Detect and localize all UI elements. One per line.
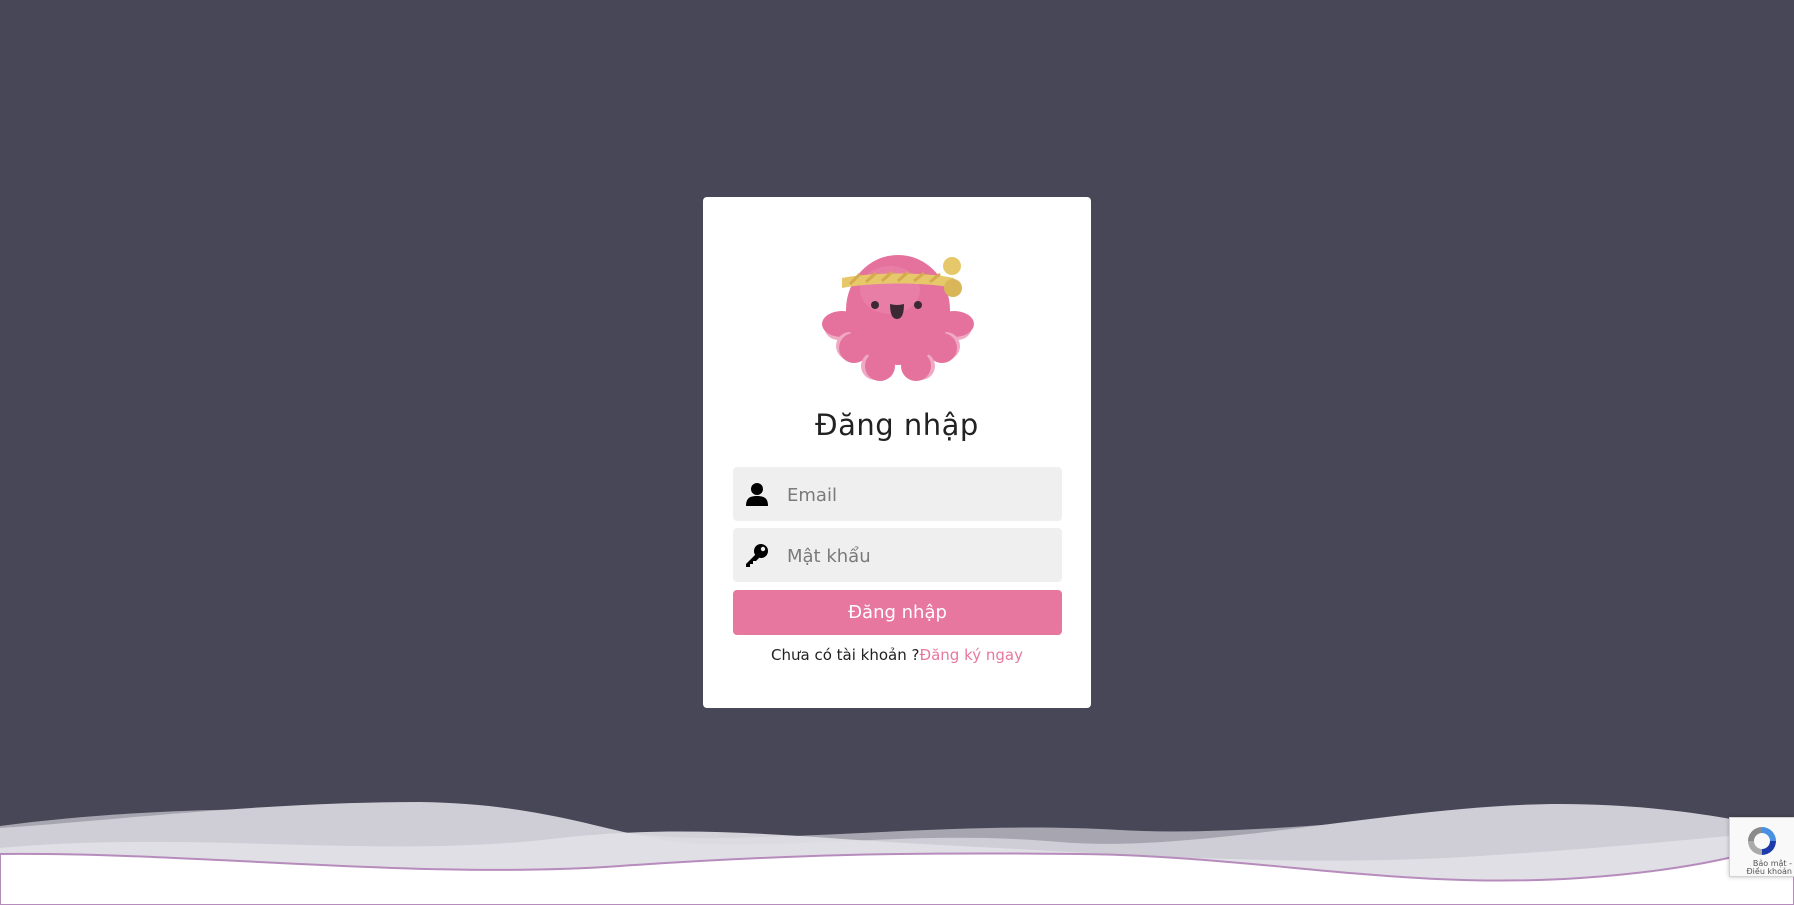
email-input[interactable] [785,467,1054,523]
login-button[interactable]: Đăng nhập [733,590,1062,635]
email-field [733,467,1062,523]
login-card: Đăng nhập Đăng nhập Chưa có tài khoản ?Đ… [703,197,1091,708]
signup-prompt: Chưa có tài khoản ?Đăng ký ngay [703,646,1091,664]
page-title: Đăng nhập [815,408,979,442]
recaptcha-links: Bảo mật - Điều khoản [1734,860,1792,876]
octopus-logo-icon [822,255,974,381]
recaptcha-terms-link[interactable]: Điều khoản [1746,867,1792,876]
password-input[interactable] [785,528,1054,584]
recaptcha-badge[interactable]: Bảo mật - Điều khoản [1729,817,1794,877]
password-field [733,528,1062,584]
wave-footer [0,802,1794,905]
recaptcha-icon [1748,827,1776,855]
signup-prompt-text: Chưa có tài khoản ? [771,646,920,664]
user-icon [746,483,768,506]
signup-link[interactable]: Đăng ký ngay [919,646,1023,664]
key-icon [746,544,768,567]
